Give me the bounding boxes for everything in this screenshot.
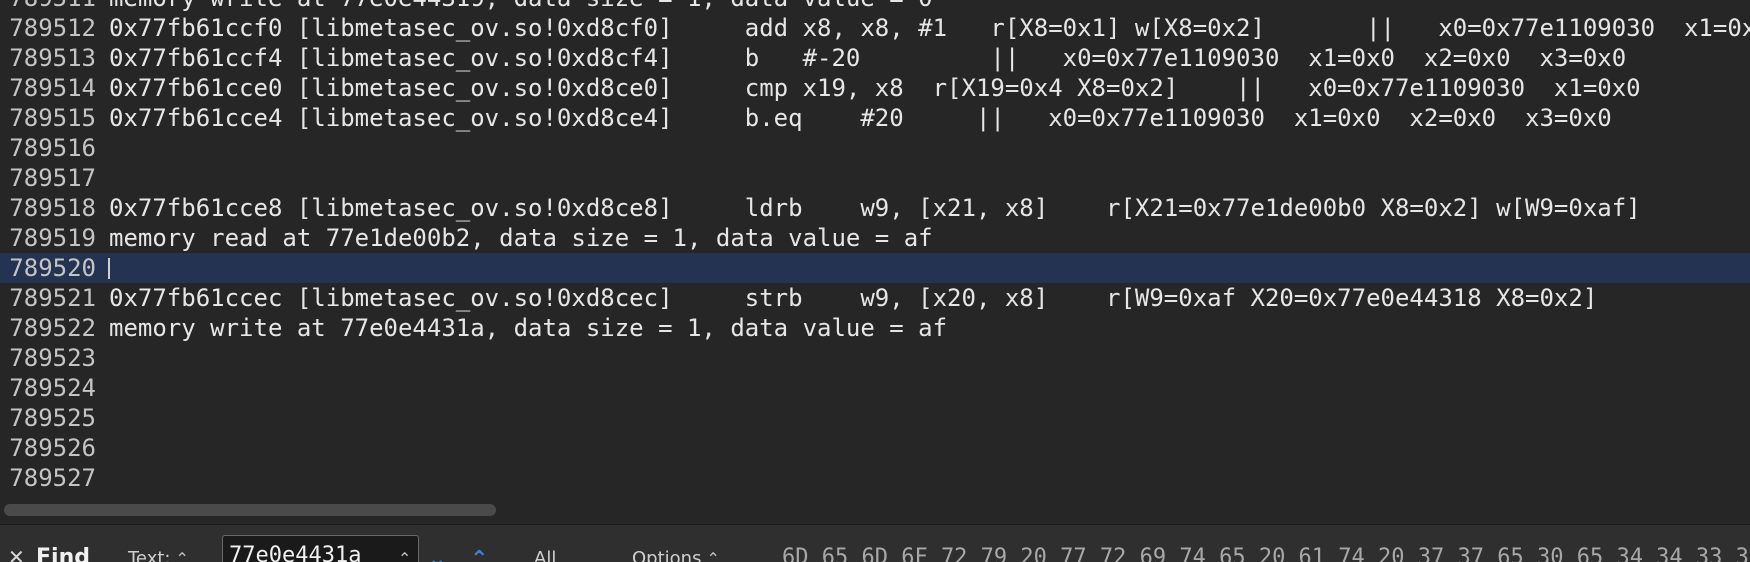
editor-line[interactable]: 789515 0x77fb61cce4 [libmetasec_ov.so!0xd… bbox=[0, 103, 1750, 133]
chevron-up-icon: ⌃ bbox=[701, 549, 720, 562]
line-number-text: 789528 bbox=[9, 493, 96, 498]
find-input[interactable] bbox=[222, 535, 419, 562]
text-caret bbox=[108, 258, 110, 279]
line-number-text: 789512 bbox=[9, 14, 96, 42]
line-number: 789526 bbox=[0, 433, 96, 463]
line-number: 789522 bbox=[0, 313, 96, 343]
horizontal-scrollbar-thumb[interactable] bbox=[4, 504, 496, 516]
hex-preview: 6D 65 6D 6F 72 79 20 77 72 69 74 65 20 6… bbox=[782, 545, 1750, 562]
editor-line[interactable]: 789512 0x77fb61ccf0 [libmetasec_ov.so!0xd… bbox=[0, 13, 1750, 43]
line-text: 0x77fb61ccf4 [libmetasec_ov.so!0xd8cf4] … bbox=[109, 44, 1627, 72]
editor-line[interactable]: 789519 memory read at 77e1de00b2, data si… bbox=[0, 223, 1750, 253]
line-text: 0x77fb61cce4 [libmetasec_ov.so!0xd8ce4] … bbox=[109, 104, 1612, 132]
editor-line[interactable]: 789516 bbox=[0, 133, 1750, 163]
line-number-text: 789514 bbox=[9, 74, 96, 102]
editor-line[interactable]: 789518 0x77fb61cce8 [libmetasec_ov.so!0xd… bbox=[0, 193, 1750, 223]
editor-line[interactable]: 789524 bbox=[0, 373, 1750, 403]
line-number: 789511 bbox=[0, 0, 96, 13]
line-number: 789515 bbox=[0, 103, 96, 133]
line-number-text: 789517 bbox=[9, 164, 96, 192]
editor-line[interactable]: 789528 bbox=[0, 493, 1750, 498]
line-number-text: 789522 bbox=[9, 314, 96, 342]
find-bar: ✕ Find Text: ⌃ ⌃ ⌄ ⌃ All Options ⌃ 6D 65… bbox=[0, 524, 1750, 562]
line-number-text: 789518 bbox=[9, 194, 96, 222]
search-history-icon[interactable]: ⌃ bbox=[398, 549, 411, 562]
options-label: Options bbox=[632, 548, 702, 562]
find-all-button[interactable]: All bbox=[534, 548, 556, 562]
editor-line[interactable]: 789517 bbox=[0, 163, 1750, 193]
line-number: 789519 bbox=[0, 223, 96, 253]
line-number: 789528 bbox=[0, 493, 96, 498]
line-number: 789513 bbox=[0, 43, 96, 73]
line-number-text: 789527 bbox=[9, 464, 96, 492]
editor-line[interactable]: 789525 bbox=[0, 403, 1750, 433]
line-number-text: 789523 bbox=[9, 344, 96, 372]
editor-line[interactable]: 789523 bbox=[0, 343, 1750, 373]
editor-line[interactable]: 789527 bbox=[0, 463, 1750, 493]
line-number: 789520 bbox=[0, 253, 96, 283]
close-icon[interactable]: ✕ bbox=[8, 545, 25, 562]
line-number-text: 789525 bbox=[9, 404, 96, 432]
line-number-text: 789526 bbox=[9, 434, 96, 462]
line-number: 789516 bbox=[0, 133, 96, 163]
editor-line[interactable]: 789526 bbox=[0, 433, 1750, 463]
line-text: 0x77fb61cce0 [libmetasec_ov.so!0xd8ce0] … bbox=[109, 74, 1641, 102]
editor-line[interactable]: 789521 0x77fb61ccec [libmetasec_ov.so!0xd… bbox=[0, 283, 1750, 313]
find-bar-title: Find bbox=[36, 545, 90, 562]
editor-line[interactable]: 789511 memory write at 77e0e44319, data s… bbox=[0, 0, 1750, 13]
line-number-text: 789520 bbox=[9, 254, 96, 282]
line-text: 0x77fb61ccec [libmetasec_ov.so!0xd8cec] … bbox=[109, 284, 1598, 312]
search-mode-label: Text: bbox=[128, 548, 171, 562]
line-number-text: 789516 bbox=[9, 134, 96, 162]
line-number-text: 789511 bbox=[9, 0, 96, 13]
line-number: 789514 bbox=[0, 73, 96, 103]
horizontal-scrollbar[interactable] bbox=[0, 500, 1750, 520]
line-text: 0x77fb61ccf0 [libmetasec_ov.so!0xd8cf0] … bbox=[109, 14, 1750, 42]
line-text: memory write at 77e0e44319, data size = … bbox=[109, 0, 933, 13]
editor-line[interactable]: 789513 0x77fb61ccf4 [libmetasec_ov.so!0xd… bbox=[0, 43, 1750, 73]
editor-line[interactable]: 789522 memory write at 77e0e4431a, data s… bbox=[0, 313, 1750, 343]
editor[interactable]: 789511 memory write at 77e0e44319, data s… bbox=[0, 0, 1750, 498]
line-number: 789512 bbox=[0, 13, 96, 43]
line-number: 789525 bbox=[0, 403, 96, 433]
line-number: 789518 bbox=[0, 193, 96, 223]
line-number-text: 789515 bbox=[9, 104, 96, 132]
editor-line[interactable]: 789514 0x77fb61cce0 [libmetasec_ov.so!0xd… bbox=[0, 73, 1750, 103]
line-number: 789521 bbox=[0, 283, 96, 313]
options-dropdown[interactable]: Options ⌃ bbox=[632, 548, 720, 562]
current-line[interactable]: 789520 bbox=[0, 253, 1750, 283]
find-next-button[interactable]: ⌄ bbox=[428, 547, 446, 562]
chevron-up-icon: ⌃ bbox=[170, 549, 189, 562]
line-number: 789517 bbox=[0, 163, 96, 193]
line-number-text: 789519 bbox=[9, 224, 96, 252]
line-number-text: 789524 bbox=[9, 374, 96, 402]
line-number: 789527 bbox=[0, 463, 96, 493]
line-number: 789523 bbox=[0, 343, 96, 373]
search-mode-dropdown[interactable]: Text: ⌃ bbox=[128, 548, 189, 562]
line-text: 0x77fb61cce8 [libmetasec_ov.so!0xd8ce8] … bbox=[109, 194, 1641, 222]
line-text: memory write at 77e0e4431a, data size = … bbox=[109, 314, 948, 342]
line-number-text: 789521 bbox=[9, 284, 96, 312]
line-number: 789524 bbox=[0, 373, 96, 403]
line-number-text: 789513 bbox=[9, 44, 96, 72]
line-text: memory read at 77e1de00b2, data size = 1… bbox=[109, 224, 933, 252]
find-previous-button[interactable]: ⌃ bbox=[470, 547, 488, 562]
